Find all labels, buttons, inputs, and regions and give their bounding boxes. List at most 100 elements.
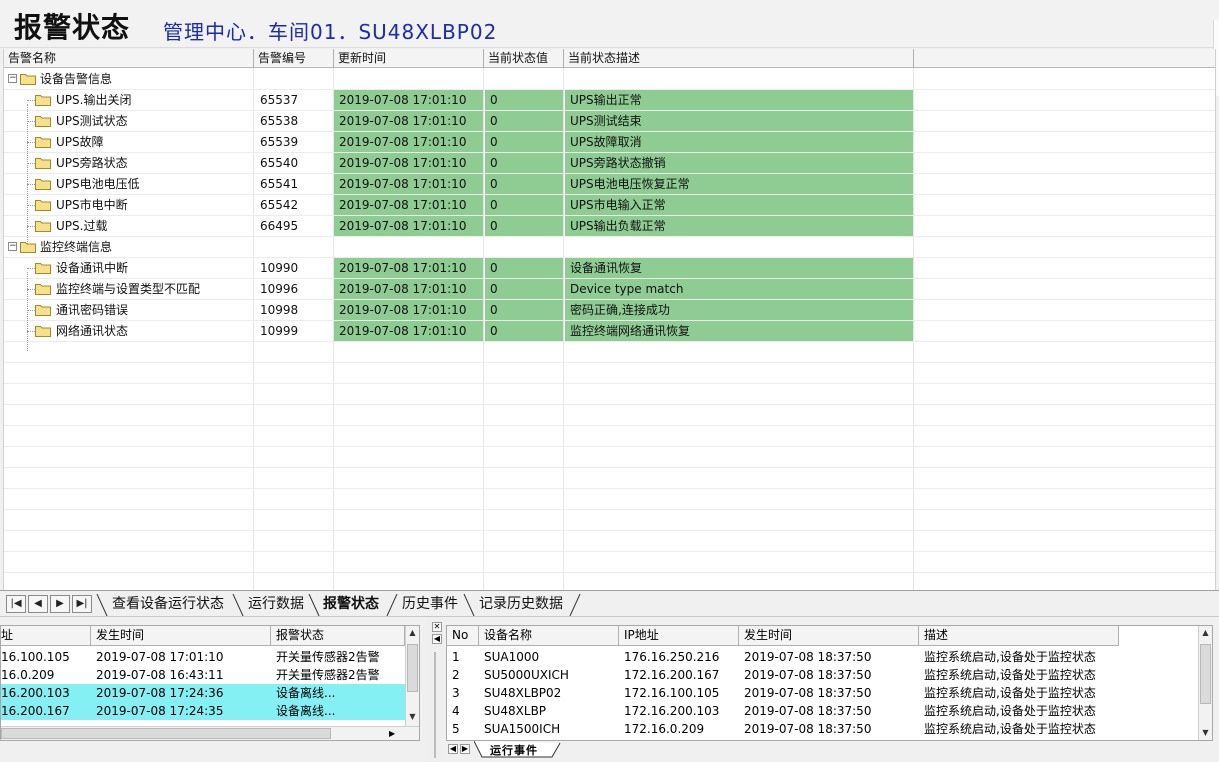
prev-icon[interactable]: ◀ — [28, 595, 48, 613]
collapse-icon[interactable]: − — [8, 242, 17, 251]
state-description: UPS市电输入正常 — [564, 195, 913, 215]
folder-icon — [35, 200, 51, 211]
table-row[interactable]: UPS测试状态 65538 2019-07-08 17:01:10 0 UPS测试结束 — [4, 111, 1215, 132]
table-row[interactable]: 4 SU48XLBP 172.16.200.103 2019-07-08 18:37:… — [447, 702, 1197, 720]
events-tab-bar: ◀ ▶ 运行事件 — [446, 741, 946, 759]
last-icon[interactable]: ▶| — [72, 595, 92, 613]
table-row[interactable]: 3 SU48XLBP02 172.16.100.105 2019-07-08 18:3… — [447, 684, 1197, 702]
app-window: 报警状态 管理中心．车间01．SU48XLBP02 告警名称 告警编号 更新时间… — [0, 0, 1219, 762]
state-description: UPS故障取消 — [564, 132, 913, 152]
column-header-value[interactable]: 当前状态值 — [484, 49, 564, 68]
state-description: UPS旁路状态撤销 — [564, 153, 913, 173]
vertical-scrollbar[interactable]: ▲ ▼ — [405, 626, 419, 726]
prev-icon[interactable]: ◀ — [448, 744, 458, 754]
table-row[interactable]: UPS故障 65539 2019-07-08 17:01:10 0 UPS故障取消 — [4, 132, 1215, 153]
table-row[interactable]: 监控终端与设置类型不匹配 10996 2019-07-08 17:01:10 0 Dev… — [4, 279, 1215, 300]
event-no: 1 — [452, 650, 460, 664]
tab-device-status[interactable]: 查看设备运行状态 — [112, 594, 224, 616]
table-row[interactable]: 通讯密码错误 10998 2019-07-08 17:01:10 0 密码正确,连接成功 — [4, 300, 1215, 321]
alarm-code: 66495 — [260, 219, 299, 233]
state-value: 0 — [484, 279, 563, 299]
group-label: 监控终端信息 — [40, 240, 113, 254]
next-icon[interactable]: ▶ — [50, 595, 70, 613]
column-header-desc[interactable]: 当前状态描述 — [564, 49, 914, 68]
table-row[interactable]: 16.0.209 2019-07-08 16:43:11 开关量传感器2告警 — [1, 666, 405, 684]
next-icon[interactable]: ▶ — [460, 744, 470, 754]
table-row[interactable]: 2 SU5000UXICH 172.16.200.167 2019-07-08 18:… — [447, 666, 1197, 684]
column-header-time[interactable]: 更新时间 — [334, 49, 484, 68]
update-time: 2019-07-08 17:01:10 — [334, 111, 483, 131]
folder-icon — [35, 137, 51, 148]
tab-alarm-status[interactable]: 报警状态 — [323, 594, 379, 616]
first-icon[interactable]: |◀ — [6, 595, 26, 613]
table-row[interactable]: 16.200.103 2019-07-08 17:24:36 设备离线... — [1, 684, 405, 702]
collapse-icon[interactable]: ◀ — [432, 634, 442, 644]
column-header-time[interactable]: 发生时间 — [91, 626, 271, 646]
table-row[interactable]: 5 SUA1500ICH 172.16.0.209 2019-07-08 18:37:… — [447, 720, 1197, 738]
state-value: 0 — [484, 153, 563, 173]
empty-row — [4, 510, 1215, 531]
empty-row — [4, 426, 1215, 447]
tree-group-row[interactable]: − 监控终端信息 — [4, 237, 1215, 258]
table-row[interactable]: UPS.过载 66495 2019-07-08 17:01:10 0 UPS输出负载正常 — [4, 216, 1215, 237]
empty-row — [4, 405, 1215, 426]
table-row[interactable]: 网络通讯状态 10999 2019-07-08 17:01:10 0 监控终端网络通讯恢… — [4, 321, 1215, 342]
table-row[interactable]: 16.200.167 2019-07-08 17:24:35 设备离线... — [1, 702, 405, 720]
update-time: 2019-07-08 17:01:10 — [334, 279, 483, 299]
table-row[interactable]: UPS市电中断 65542 2019-07-08 17:01:10 0 UPS市电输入正… — [4, 195, 1215, 216]
column-header-no[interactable]: No — [447, 626, 479, 646]
column-header-ip[interactable]: 址 — [1, 626, 91, 646]
scroll-up-icon[interactable]: ▲ — [406, 626, 419, 640]
occur-time: 2019-07-08 18:37:50 — [744, 650, 872, 664]
table-row[interactable]: UPS.输出关闭 65537 2019-07-08 17:01:10 0 UPS输出正常 — [4, 90, 1215, 111]
alarm-name: UPS.过载 — [56, 219, 108, 233]
vertical-scrollbar[interactable]: ▲ ▼ — [1198, 626, 1212, 740]
close-icon[interactable]: ✕ — [432, 622, 442, 632]
alarm-code: 65541 — [260, 177, 299, 191]
column-header-desc[interactable]: 描述 — [919, 626, 1119, 646]
occur-time: 2019-07-08 16:43:11 — [96, 668, 224, 682]
scroll-thumb[interactable] — [1, 728, 331, 739]
table-row[interactable]: 1 SUA1000 176.16.250.216 2019-07-08 18:37:5… — [447, 648, 1197, 666]
table-row[interactable]: 设备通讯中断 10990 2019-07-08 17:01:10 0 设备通讯恢复 — [4, 258, 1215, 279]
panel-splitter[interactable]: ✕ ◀ — [426, 618, 444, 762]
collapse-icon[interactable]: − — [8, 74, 17, 83]
state-value: 0 — [484, 90, 563, 110]
alarm-name: UPS旁路状态 — [56, 156, 128, 170]
table-row[interactable]: UPS旁路状态 65540 2019-07-08 17:01:10 0 UPS旁路状态撤… — [4, 153, 1215, 174]
column-header-time[interactable]: 发生时间 — [739, 626, 919, 646]
table-row[interactable]: 16.100.105 2019-07-08 17:01:10 开关量传感器2告警 — [1, 648, 405, 666]
tab-history-events[interactable]: 历史事件 — [402, 594, 458, 616]
scroll-thumb[interactable] — [407, 644, 418, 692]
state-description: Device type match — [564, 279, 913, 299]
scroll-down-icon[interactable]: ▼ — [406, 710, 419, 724]
scroll-up-icon[interactable]: ▲ — [1199, 626, 1212, 640]
table-row[interactable]: UPS电池电压低 65541 2019-07-08 17:01:10 0 UPS电池电压… — [4, 174, 1215, 195]
folder-icon — [35, 284, 51, 295]
tab-record-history[interactable]: 记录历史数据 — [479, 594, 563, 616]
event-description: 监控系统启动,设备处于监控状态 — [924, 650, 1096, 664]
tab-run-events[interactable]: 运行事件 — [490, 742, 538, 758]
ip-address: 16.200.167 — [1, 704, 70, 718]
occur-time: 2019-07-08 18:37:50 — [744, 704, 872, 718]
horizontal-scrollbar[interactable]: ▶ — [1, 726, 419, 740]
folder-icon — [35, 95, 51, 106]
column-header-code[interactable]: 告警编号 — [254, 49, 334, 68]
scroll-right-icon[interactable]: ▶ — [389, 727, 395, 740]
tab-run-data[interactable]: 运行数据 — [248, 594, 304, 616]
scroll-thumb[interactable] — [1200, 644, 1211, 704]
tree-group-row[interactable]: − 设备告警信息 — [4, 69, 1215, 90]
current-alarms-panel: 址 发生时间 报警状态 16.100.105 2019-07-08 17:01:1… — [0, 625, 420, 741]
run-events-panel: No 设备名称 IP地址 发生时间 描述 1 SUA1000 176.16.250.… — [446, 625, 1213, 741]
ip-address: 172.16.0.209 — [624, 722, 705, 736]
state-value: 0 — [484, 111, 563, 131]
alarm-name: UPS故障 — [56, 135, 104, 149]
column-header-name[interactable]: 告警名称 — [4, 49, 254, 68]
alarm-name: 监控终端与设置类型不匹配 — [56, 282, 201, 296]
column-header-device[interactable]: 设备名称 — [479, 626, 619, 646]
column-header-alarm-status[interactable]: 报警状态 — [271, 626, 405, 646]
ip-address: 172.16.100.105 — [624, 686, 720, 700]
column-header-ip[interactable]: IP地址 — [619, 626, 739, 646]
state-value: 0 — [484, 321, 563, 341]
scroll-down-icon[interactable]: ▼ — [1199, 726, 1212, 740]
